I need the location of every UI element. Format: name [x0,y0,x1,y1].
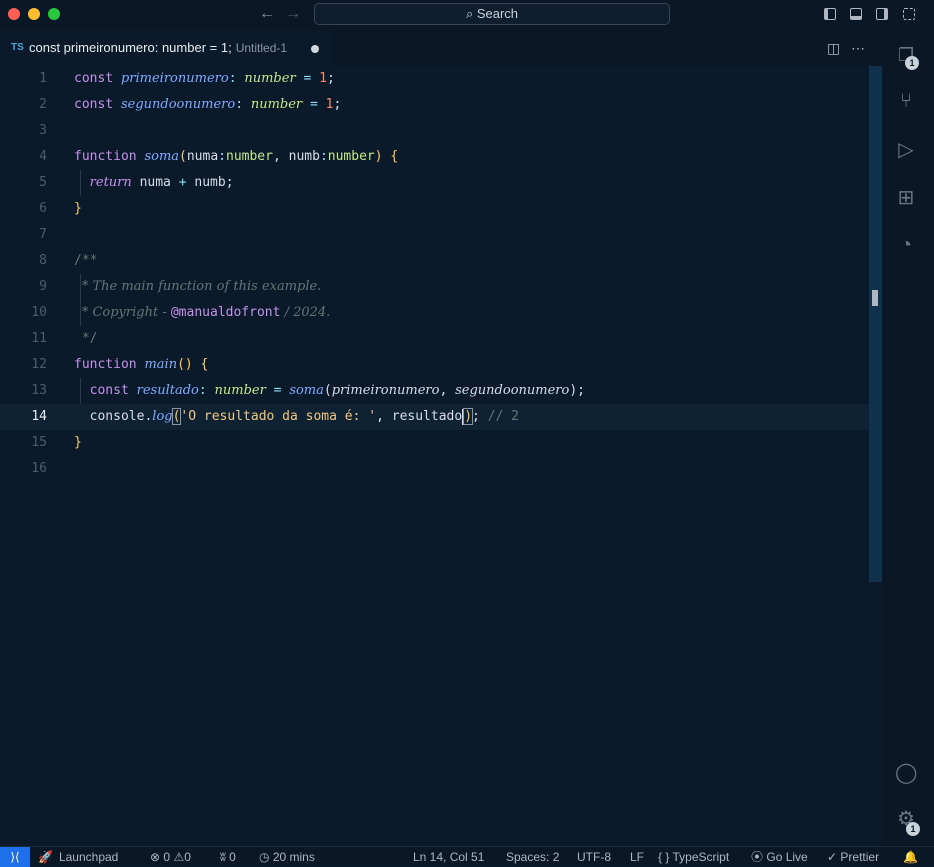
split-editor-icon[interactable]: ◫ [827,40,840,57]
line-number: 10 [31,305,47,320]
error-count: 0 [163,850,171,864]
code-line[interactable]: 7 [0,222,870,248]
line-number: 12 [31,357,47,372]
code-line[interactable]: 15} [0,430,870,456]
settings-badge: 1 [906,822,920,836]
broadcast-icon: ⦿ [751,850,764,864]
explorer-badge: 1 [905,56,919,70]
error-icon: ⊗ [150,850,161,864]
tab-title-text: const primeironumero: number = 1; [29,40,232,55]
back-arrow-icon[interactable]: ← [259,5,275,23]
code-line[interactable]: 5 return numa + numb; [0,170,870,196]
code-editor[interactable]: 1 const primeironumero: number = 1; 2 cons… [0,66,882,846]
launchpad-label: Launchpad [58,850,119,864]
line-number: 9 [39,279,47,294]
line-number: 2 [39,97,47,112]
extensions-icon[interactable]: ⊞ [895,187,917,209]
line-number: 3 [39,123,47,138]
unsaved-dot-icon[interactable] [311,45,319,53]
remote-indicator-icon[interactable]: ⟩⟨ [0,847,30,867]
line-number: 15 [31,435,47,450]
toggle-primary-sidebar-icon[interactable] [824,8,836,20]
prettier-button[interactable]: ✓ Prettier [827,847,879,867]
timer-button[interactable]: ◷ 20 mins [259,847,315,867]
source-control-icon[interactable]: ⑂ [895,90,917,112]
matching-bracket-close: ) [463,408,474,425]
warning-icon: ⚠ [173,850,185,864]
account-icon[interactable]: ◯ [895,762,917,784]
eol-button[interactable]: LF [630,847,644,867]
activity-bar: ❐ 1 ⑂ ▷ ⊞ ◔ ◯ ⚙ 1 [882,45,934,846]
customize-layout-icon[interactable] [903,8,915,20]
tab-untitled-1[interactable]: TS const primeironumero: number = 1; Unti… [0,30,332,66]
code-line[interactable]: 12 function main() { [0,352,870,378]
minimize-window-button[interactable] [28,8,40,20]
code-line[interactable]: 6} [0,196,870,222]
ports-count: 0 [229,850,236,864]
language-mode-button[interactable]: { } TypeScript [658,847,729,867]
line-number: 16 [31,461,47,476]
status-bar: ⟩⟨ 🚀 Launchpad ⊗ 0 ⚠0 ʬ 0 ◷ 20 mins Ln 14… [0,846,934,867]
rocket-icon: 🚀 [38,850,53,864]
forward-arrow-icon[interactable]: → [285,5,301,23]
line-number: 5 [39,175,47,190]
search-icon: ⌕ [465,6,474,21]
timer-label: 20 mins [272,850,315,864]
line-number: 8 [39,253,47,268]
code-line-current[interactable]: 14 console.log('O resultado da soma é: '… [0,404,870,430]
prettier-label: Prettier [840,850,880,864]
encoding-button[interactable]: UTF-8 [577,847,611,867]
typescript-file-icon: TS [11,42,24,53]
run-debug-icon[interactable]: ▷ [895,139,917,161]
code-line[interactable]: 9 * The main function of this example. [0,274,870,300]
tab-bar: TS const primeironumero: number = 1; Unti… [0,30,934,66]
code-line[interactable]: 4 function soma(numa:number, numb:number)… [0,144,870,170]
line-number: 1 [39,71,47,86]
maximize-window-button[interactable] [48,8,60,20]
vertical-scrollbar[interactable] [869,66,882,582]
cursor-position[interactable]: Ln 14, Col 51 [413,847,484,867]
language-label: TypeScript [672,850,730,864]
history-icon: ◷ [259,850,270,864]
git-graph-icon[interactable]: ◔ [895,234,917,256]
go-live-label: Go Live [766,850,808,864]
more-actions-icon[interactable]: ⋯ [851,40,865,57]
line-number: 14 [31,409,47,424]
toggle-secondary-sidebar-icon[interactable] [876,8,888,20]
line-number: 4 [39,149,47,164]
ports-button[interactable]: ʬ 0 [220,847,236,867]
code-line[interactable]: 2 const segundoonumero: number = 1; [0,92,870,118]
line-number: 7 [39,227,47,242]
indentation-button[interactable]: Spaces: 2 [506,847,559,867]
cursor-position-marker [872,290,878,306]
warning-count: 0 [184,850,191,864]
code-line[interactable]: 1 const primeironumero: number = 1; [0,66,870,92]
broadcast-icon: ʬ [220,850,226,864]
check-double-icon: ✓ [827,850,838,864]
notifications-bell-icon[interactable]: 🔔 [903,847,918,867]
go-live-button[interactable]: ⦿ Go Live [751,847,808,867]
code-line[interactable]: 3 [0,118,870,144]
tab-title: const primeironumero: number = 1; Untitle… [29,40,287,55]
toggle-panel-icon[interactable] [850,8,862,20]
problems-button[interactable]: ⊗ 0 ⚠0 [150,847,191,867]
tab-subtitle: Untitled-1 [235,41,288,55]
code-line[interactable]: 13 const resultado: number = soma(primei… [0,378,870,404]
command-center-search[interactable]: ⌕ Search [314,3,670,25]
line-number: 11 [31,331,47,346]
code-line[interactable]: 8/** [0,248,870,274]
launchpad-button[interactable]: 🚀 Launchpad [38,847,118,867]
close-window-button[interactable] [8,8,20,20]
braces-icon: { } [658,850,670,864]
line-number: 13 [31,383,47,398]
code-line[interactable]: 16 [0,456,870,482]
search-label: Search [476,6,519,21]
title-bar: ← → ⌕ Search [0,0,934,30]
code-line[interactable]: 11 */ [0,326,870,352]
code-line[interactable]: 10 * Copyright - @manualdofront / 2024. [0,300,870,326]
line-number: 6 [39,201,47,216]
